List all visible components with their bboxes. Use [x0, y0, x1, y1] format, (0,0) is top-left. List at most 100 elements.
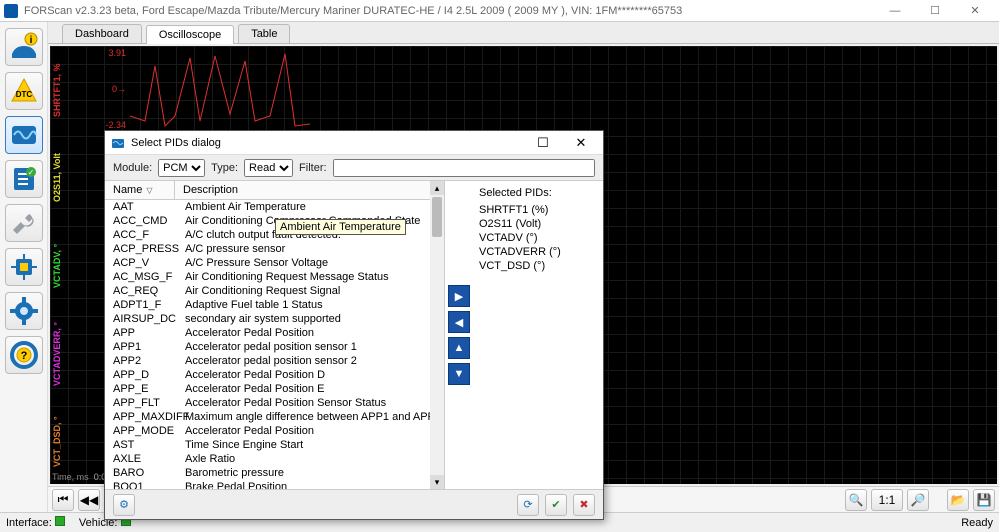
selected-pid-item[interactable]: VCTADV (°) [479, 231, 597, 245]
scroll-thumb[interactable] [432, 197, 442, 237]
pid-desc: Accelerator Pedal Position [183, 327, 444, 339]
dialog-close-button[interactable]: ✕ [565, 135, 597, 151]
pid-row[interactable]: AATAmbient Air Temperature [105, 200, 444, 214]
type-select[interactable]: Read [244, 159, 293, 177]
pid-row[interactable]: APP_FLTAccelerator Pedal Position Sensor… [105, 396, 444, 410]
svg-text:DTC: DTC [15, 90, 32, 99]
dialog-ok-button[interactable]: ✔ [545, 494, 567, 516]
zoom-in-button[interactable]: 🔍 [845, 489, 867, 511]
pid-desc: Adaptive Fuel table 1 Status [183, 299, 444, 311]
pid-row[interactable]: ACP_PRESSA/C pressure sensor [105, 242, 444, 256]
selected-pid-item[interactable]: VCTADVERR (°) [479, 245, 597, 259]
pid-desc: secondary air system supported [183, 313, 444, 325]
pid-name: APP_E [105, 383, 183, 395]
pid-row[interactable]: APP1Accelerator pedal position sensor 1 [105, 340, 444, 354]
seek-back-button[interactable]: ◀◀ [78, 489, 100, 511]
pid-name: ACP_PRESS [105, 243, 183, 255]
maximize-button[interactable]: ☐ [915, 0, 955, 22]
service-button[interactable] [5, 204, 43, 242]
pid-row[interactable]: APP_MODEAccelerator Pedal Position [105, 424, 444, 438]
dialog-options-button[interactable]: ⚙ [113, 494, 135, 516]
add-pid-button[interactable]: ▶ [448, 285, 470, 307]
axis-label: SHRTFT1, % [52, 56, 66, 124]
pid-desc: Accelerator Pedal Position [183, 425, 444, 437]
gear-icon [9, 296, 39, 326]
pid-desc: A/C Pressure Sensor Voltage [183, 257, 444, 269]
pid-row[interactable]: BAROBarometric pressure [105, 466, 444, 480]
tests-button[interactable]: ✓ [5, 160, 43, 198]
save-button[interactable]: 💾 [973, 489, 995, 511]
dialog-maximize-button[interactable]: ☐ [527, 135, 559, 151]
pid-name: ADPT1_F [105, 299, 183, 311]
scroll-up-button[interactable]: ▴ [430, 181, 444, 195]
oscilloscope-button[interactable] [5, 116, 43, 154]
remove-pid-button[interactable]: ◀ [448, 311, 470, 333]
help-button[interactable]: ? [5, 336, 43, 374]
axis-tick-lo: -2.34 [70, 120, 126, 130]
dialog-refresh-button[interactable]: ⟳ [517, 494, 539, 516]
transfer-buttons: ▶ ◀ ▲ ▼ [445, 181, 473, 489]
selected-pid-item[interactable]: VCT_DSD (°) [479, 259, 597, 273]
axis-label: O2S11, Volt [52, 144, 66, 212]
pid-row[interactable]: BOO1Brake Pedal Position [105, 480, 444, 489]
selected-pid-item[interactable]: O2S11 (Volt) [479, 217, 597, 231]
pid-desc: A/C pressure sensor [183, 243, 444, 255]
pid-desc: Air Conditioning Request Message Status [183, 271, 444, 283]
module-select[interactable]: PCM [158, 159, 205, 177]
axis-label: VCT_DSD, ° [52, 408, 66, 476]
view-tabs: Dashboard Oscilloscope Table [48, 22, 999, 44]
pid-desc: Accelerator Pedal Position D [183, 369, 444, 381]
filter-input[interactable] [333, 159, 595, 177]
pid-row[interactable]: APP_MAXDIFFMaximum angle difference betw… [105, 410, 444, 424]
pid-row[interactable]: ACP_VA/C Pressure Sensor Voltage [105, 256, 444, 270]
pid-row[interactable]: APP_EAccelerator Pedal Position E [105, 382, 444, 396]
close-button[interactable]: ✕ [955, 0, 995, 22]
dialog-filter-toolbar: Module: PCM Type: Read Filter: [105, 155, 603, 181]
pid-name: AST [105, 439, 183, 451]
pid-row[interactable]: AIRSUP_DCsecondary air system supported [105, 312, 444, 326]
dialog-cancel-button[interactable]: ✖ [573, 494, 595, 516]
pid-desc: Air Conditioning Request Signal [183, 285, 444, 297]
config-button[interactable] [5, 248, 43, 286]
vehicle-info-button[interactable]: i [5, 28, 43, 66]
pid-row[interactable]: AXLEAxle Ratio [105, 452, 444, 466]
zoom-ratio-button[interactable]: 1:1 [871, 489, 903, 511]
pid-name: AC_REQ [105, 285, 183, 297]
seek-start-button[interactable]: ⏮ [52, 489, 74, 511]
svg-text:i: i [29, 35, 32, 46]
tab-table[interactable]: Table [238, 24, 290, 43]
status-ready: Ready [961, 517, 993, 529]
selected-pid-item[interactable]: SHRTFT1 (%) [479, 203, 597, 217]
dtc-button[interactable]: DTC [5, 72, 43, 110]
status-interface-label: Interface: [6, 517, 52, 529]
move-up-button[interactable]: ▲ [448, 337, 470, 359]
pid-row[interactable]: APP2Accelerator pedal position sensor 2 [105, 354, 444, 368]
pid-name: ACC_CMD [105, 215, 183, 227]
move-down-button[interactable]: ▼ [448, 363, 470, 385]
pid-name: APP_MAXDIFF [105, 411, 183, 423]
open-button[interactable]: 📂 [947, 489, 969, 511]
pid-row[interactable]: ASTTime Since Engine Start [105, 438, 444, 452]
pid-row[interactable]: AC_MSG_FAir Conditioning Request Message… [105, 270, 444, 284]
zoom-out-button[interactable]: 🔎 [907, 489, 929, 511]
dialog-titlebar[interactable]: Select PIDs dialog ☐ ✕ [105, 131, 603, 155]
scroll-down-button[interactable]: ▾ [430, 475, 444, 489]
pid-row[interactable]: APP_DAccelerator Pedal Position D [105, 368, 444, 382]
minimize-button[interactable]: — [875, 0, 915, 22]
pid-desc: Time Since Engine Start [183, 439, 444, 451]
pid-row[interactable]: ADPT1_FAdaptive Fuel table 1 Status [105, 298, 444, 312]
pid-row[interactable]: APPAccelerator Pedal Position [105, 326, 444, 340]
dialog-icon [111, 136, 125, 150]
col-desc-header[interactable]: Description [175, 181, 444, 199]
left-toolbar: i DTC ✓ ? [0, 22, 48, 512]
window-titlebar: FORScan v2.3.23 beta, Ford Escape/Mazda … [0, 0, 999, 22]
module-label: Module: [113, 162, 152, 174]
tab-oscilloscope[interactable]: Oscilloscope [146, 25, 234, 44]
col-name-header[interactable]: Name▽ [105, 181, 175, 199]
settings-button[interactable] [5, 292, 43, 330]
pid-row[interactable]: AC_REQAir Conditioning Request Signal [105, 284, 444, 298]
car-info-icon: i [9, 32, 39, 62]
pid-list-scrollbar[interactable]: ▴ ▾ [430, 181, 444, 489]
filter-label: Filter: [299, 162, 327, 174]
tab-dashboard[interactable]: Dashboard [62, 24, 142, 43]
